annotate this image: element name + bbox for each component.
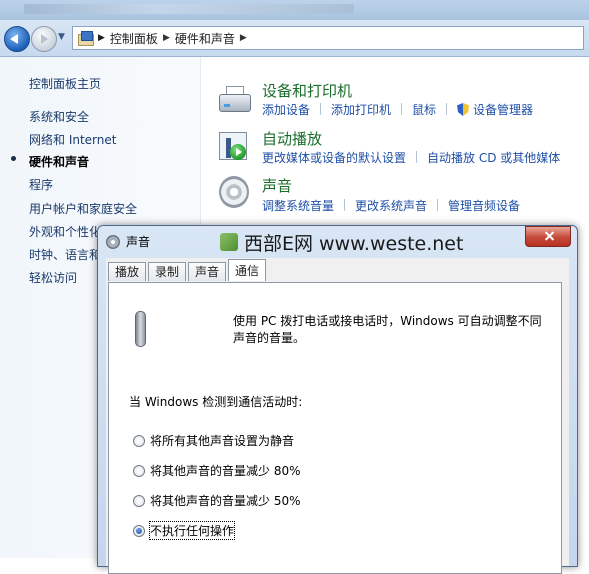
category-title[interactable]: 自动播放: [262, 128, 322, 149]
forward-button[interactable]: [31, 26, 57, 52]
category-links: 调整系统音量 更改系统声音 管理音频设备: [262, 197, 520, 214]
radio-do-nothing[interactable]: 不执行任何操作: [133, 521, 236, 540]
link-adjust-volume[interactable]: 调整系统音量: [262, 197, 334, 214]
window-title-blurred: [24, 4, 354, 14]
tab-recording[interactable]: 录制: [148, 262, 187, 281]
window-title-bar: [0, 0, 589, 20]
link-mouse[interactable]: 鼠标: [412, 101, 436, 118]
link-device-manager[interactable]: 设备管理器: [457, 101, 533, 118]
watermark-text: 西部E网 www.weste.net: [244, 232, 464, 255]
radio-button[interactable]: [133, 434, 145, 447]
nav-item-network-internet[interactable]: 网络和 Internet: [29, 131, 116, 148]
radio-label[interactable]: 不执行任何操作: [148, 521, 236, 540]
tab-playback[interactable]: 播放: [108, 262, 147, 281]
radio-label[interactable]: 将所有其他声音设置为静音: [150, 432, 294, 449]
radio-reduce-50[interactable]: 将其他声音的音量减少 50%: [133, 492, 301, 509]
close-button[interactable]: [525, 226, 571, 247]
dialog-body: 播放 录制 声音 通信 使用 PC 拨打电话或接电话时，Windows 可自动调…: [106, 258, 569, 574]
radio-mute-all[interactable]: 将所有其他声音设置为静音: [133, 432, 294, 449]
link-manage-audio-devices[interactable]: 管理音频设备: [448, 197, 520, 214]
link-add-printer[interactable]: 添加打印机: [331, 101, 391, 118]
radio-reduce-80[interactable]: 将其他声音的音量减少 80%: [133, 462, 301, 479]
radio-button-checked[interactable]: [133, 524, 145, 537]
category-title[interactable]: 设备和打印机: [262, 80, 352, 101]
detect-label: 当 Windows 检测到通信活动时:: [129, 395, 303, 409]
link-change-media-defaults[interactable]: 更改媒体或设备的默认设置: [262, 149, 406, 166]
breadcrumb-chevron-icon[interactable]: ▶: [163, 33, 170, 43]
breadcrumb[interactable]: ▶ 控制面板 ▶ 硬件和声音 ▶: [72, 26, 584, 50]
communications-panel: 使用 PC 拨打电话或接电话时，Windows 可自动调整不同声音的音量。 当 …: [108, 282, 562, 574]
radio-button[interactable]: [133, 464, 145, 477]
nav-item-user-accounts[interactable]: 用户帐户和家庭安全: [29, 200, 137, 217]
sound-dialog: 声音 西部E网 www.weste.net 播放 录制 声音 通信 使用 PC …: [97, 225, 578, 574]
tab-communications[interactable]: 通信: [228, 259, 267, 281]
speaker-icon: [106, 234, 120, 249]
radio-label[interactable]: 将其他声音的音量减少 80%: [150, 462, 301, 479]
nav-item-control-panel-home[interactable]: 控制面板主页: [29, 75, 101, 92]
breadcrumb-root-chevron[interactable]: ▶: [98, 33, 105, 43]
category-links: 添加设备 添加打印机 鼠标 设备管理器: [262, 101, 533, 118]
breadcrumb-item-hardware-sound[interactable]: 硬件和声音 ▶: [175, 30, 252, 47]
radio-label[interactable]: 将其他声音的音量减少 50%: [150, 492, 301, 509]
category-links: 更改媒体或设备的默认设置 自动播放 CD 或其他媒体: [262, 149, 560, 166]
dialog-tabs: 播放 录制 声音 通信: [108, 259, 268, 281]
nav-item-hardware-sound[interactable]: 硬件和声音: [29, 153, 89, 170]
nav-item-programs[interactable]: 程序: [29, 176, 53, 193]
printer-icon[interactable]: [217, 84, 253, 118]
back-button[interactable]: [4, 26, 30, 52]
description-text: 使用 PC 拨打电话或接电话时，Windows 可自动调整不同声音的音量。: [233, 314, 542, 345]
nav-item-system-security[interactable]: 系统和安全: [29, 108, 89, 125]
nav-item-ease-of-access[interactable]: 轻松访问: [29, 269, 77, 286]
nav-item-appearance[interactable]: 外观和个性化: [29, 223, 101, 240]
breadcrumb-item-control-panel[interactable]: 控制面板 ▶: [110, 30, 175, 47]
watermark-logo-icon: [220, 233, 238, 251]
phone-icon: [131, 311, 149, 347]
breadcrumb-label: 控制面板: [109, 31, 158, 46]
tab-sounds[interactable]: 声音: [188, 262, 227, 281]
link-change-system-sounds[interactable]: 更改系统声音: [355, 197, 427, 214]
current-item-bullet: [11, 156, 16, 161]
breadcrumb-chevron-icon[interactable]: ▶: [240, 33, 247, 43]
autoplay-icon[interactable]: [217, 130, 253, 164]
watermark: 西部E网 www.weste.net: [220, 229, 520, 255]
link-autoplay-cd[interactable]: 自动播放 CD 或其他媒体: [427, 149, 560, 166]
breadcrumb-label: 硬件和声音: [174, 31, 235, 46]
dialog-title: 声音: [106, 233, 150, 250]
category-title[interactable]: 声音: [262, 175, 292, 196]
radio-button[interactable]: [133, 494, 145, 507]
address-bar: ▼ ▶ 控制面板 ▶ 硬件和声音 ▶: [0, 20, 589, 57]
uac-shield-icon: [457, 103, 470, 116]
recent-pages-dropdown-icon[interactable]: ▼: [58, 32, 65, 42]
link-add-device[interactable]: 添加设备: [262, 101, 310, 118]
control-panel-icon: [78, 31, 94, 46]
speaker-icon[interactable]: [217, 176, 253, 210]
link-label: 设备管理器: [473, 103, 534, 117]
dialog-title-text: 声音: [126, 235, 151, 249]
